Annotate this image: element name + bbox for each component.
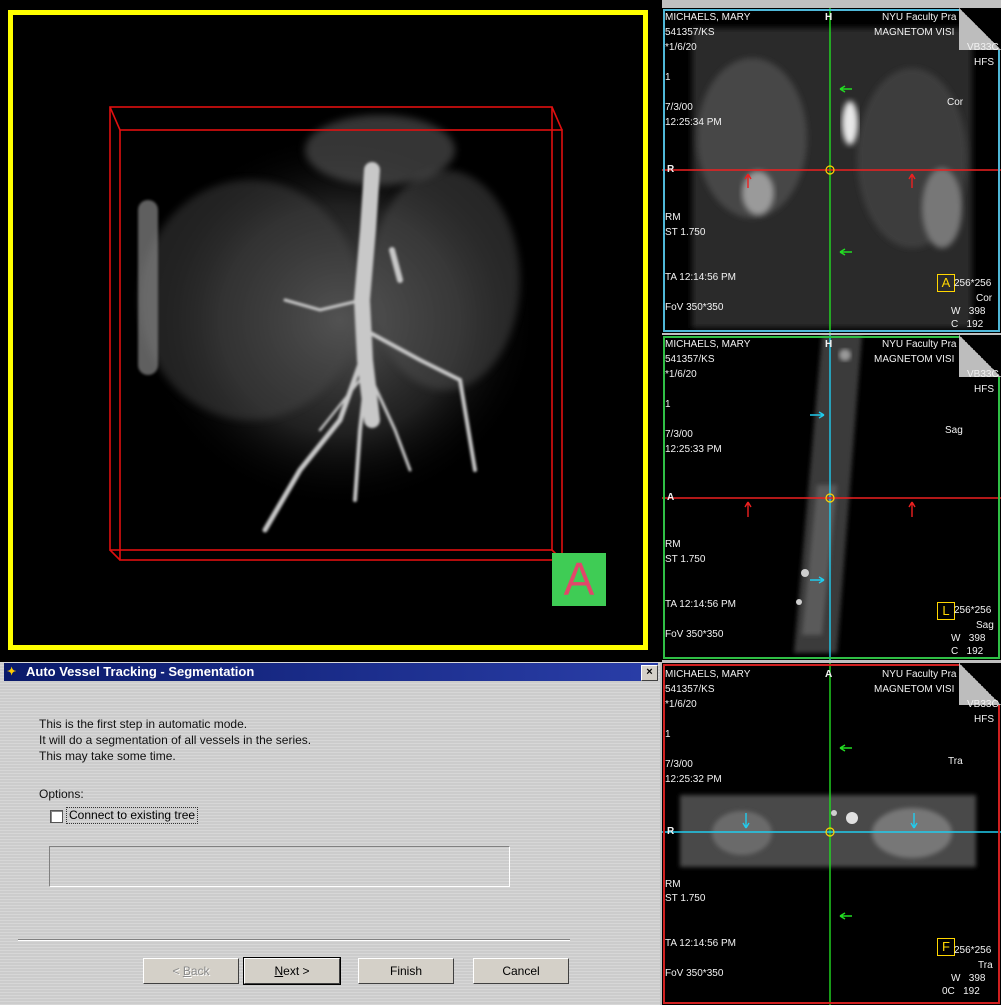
reconstruction-mode: RM — [665, 212, 681, 223]
orientation-left: A — [667, 492, 675, 503]
description-line-3: This may take some time. — [39, 749, 176, 763]
description-line-1: This is the first step in automatic mode… — [39, 717, 248, 731]
plane-short: Sag — [976, 620, 994, 631]
patient-id: 541357/KS — [665, 684, 715, 695]
options-label: Options: — [39, 787, 84, 801]
patient-position: HFS — [974, 384, 994, 395]
birth-date: *1/6/20 — [665, 42, 697, 53]
back-button[interactable]: < Back — [143, 958, 239, 984]
orientation-top: H — [825, 12, 833, 23]
study-date: 7/3/00 — [665, 429, 693, 440]
window-width: W 398 — [951, 306, 986, 317]
patient-id: 541357/KS — [665, 27, 715, 38]
acquisition-time: TA 12:14:56 PM — [665, 599, 736, 610]
birth-date: *1/6/20 — [665, 369, 697, 380]
transverse-view-pane[interactable]: MICHAELS, MARY 541357/KS *1/6/20 1 7/3/0… — [662, 663, 1001, 1005]
orientation-badge[interactable]: F — [937, 938, 955, 956]
app-icon: ✦ — [7, 666, 17, 678]
scanner-name: MAGNETOM VISI — [874, 684, 955, 695]
field-of-view: FoV 350*350 — [665, 302, 724, 313]
acquisition-time: TA 12:14:56 PM — [665, 272, 736, 283]
orientation-cube-badge[interactable]: A — [552, 553, 606, 606]
slice-thickness: ST 1.750 — [665, 893, 706, 904]
acquisition-time: TA 12:14:56 PM — [665, 938, 736, 949]
window-width: W 398 — [951, 633, 986, 644]
sequence-name: VB33C — [967, 699, 999, 710]
orientation-left: R — [667, 826, 675, 837]
reconstruction-mode: RM — [665, 539, 681, 550]
study-time: 12:25:32 PM — [665, 774, 722, 785]
plane-label: Cor — [947, 97, 964, 108]
patient-name: MICHAELS, MARY — [665, 339, 751, 350]
scanner-name: MAGNETOM VISI — [874, 354, 955, 365]
window-center: C 192 — [951, 646, 984, 657]
connect-existing-tree-checkbox[interactable] — [50, 810, 63, 823]
field-of-view: FoV 350*350 — [665, 629, 724, 640]
plane-short: Cor — [976, 293, 993, 304]
spleen-shape — [370, 170, 520, 390]
segmentation-dialog — [0, 662, 660, 1005]
scanner-name: MAGNETOM VISI — [874, 27, 955, 38]
orientation-top: H — [825, 339, 833, 350]
cancel-button[interactable]: Cancel — [473, 958, 569, 984]
study-time: 12:25:33 PM — [665, 444, 722, 455]
orientation-badge[interactable]: A — [937, 274, 955, 292]
institution: NYU Faculty Pra — [882, 339, 957, 350]
institution: NYU Faculty Pra — [882, 669, 957, 680]
plane-short: Tra — [978, 960, 993, 971]
heart-shape — [305, 115, 455, 185]
study-date: 7/3/00 — [665, 102, 693, 113]
matrix-size: 256*256 — [954, 278, 992, 289]
orientation-badge[interactable]: L — [937, 602, 955, 620]
patient-position: HFS — [974, 57, 994, 68]
image-number: 1 — [665, 72, 671, 83]
sequence-name: VB33C — [967, 369, 999, 380]
field-of-view: FoV 350*350 — [665, 968, 724, 979]
matrix-size: 256*256 — [954, 945, 992, 956]
progress-area — [49, 846, 510, 887]
sequence-name: VB33C — [967, 42, 999, 53]
plane-label: Sag — [945, 425, 963, 436]
button-separator — [18, 939, 570, 941]
patient-name: MICHAELS, MARY — [665, 669, 751, 680]
plane-label: Tra — [948, 756, 963, 767]
patient-position: HFS — [974, 714, 994, 725]
connect-existing-tree-label[interactable]: Connect to existing tree — [66, 807, 199, 824]
institution: NYU Faculty Pra — [882, 12, 957, 23]
window-center: C 192 — [951, 319, 984, 330]
reconstruction-mode: RM — [665, 879, 681, 890]
volume-viewport[interactable]: A — [0, 0, 662, 662]
birth-date: *1/6/20 — [665, 699, 697, 710]
liver-shape — [140, 180, 360, 420]
orientation-top: A — [825, 669, 833, 680]
finish-button[interactable]: Finish — [358, 958, 454, 984]
next-button[interactable]: Next > — [243, 957, 341, 985]
patient-name: MICHAELS, MARY — [665, 12, 751, 23]
slice-thickness: ST 1.750 — [665, 227, 706, 238]
description-line-2: It will do a segmentation of all vessels… — [39, 733, 312, 747]
study-time: 12:25:34 PM — [665, 117, 722, 128]
slice-thickness: ST 1.750 — [665, 554, 706, 565]
rib-structure — [138, 200, 158, 375]
image-number: 1 — [665, 729, 671, 740]
orientation-left: R — [667, 164, 675, 175]
sagittal-view-pane[interactable]: MICHAELS, MARY 541357/KS *1/6/20 1 7/3/0… — [662, 335, 1001, 660]
window-width: W 398 — [951, 973, 986, 984]
study-date: 7/3/00 — [665, 759, 693, 770]
image-number: 1 — [665, 399, 671, 410]
dialog-title-bar[interactable]: ✦ Auto Vessel Tracking - Segmentation — [4, 663, 658, 681]
coronal-view-pane[interactable]: MICHAELS, MARY 541357/KS *1/6/20 1 7/3/0… — [662, 8, 1001, 333]
window-center: 0C 192 — [942, 986, 980, 997]
matrix-size: 256*256 — [954, 605, 992, 616]
dialog-title: Auto Vessel Tracking - Segmentation — [26, 664, 255, 679]
close-button[interactable]: × — [641, 665, 658, 681]
patient-id: 541357/KS — [665, 354, 715, 365]
